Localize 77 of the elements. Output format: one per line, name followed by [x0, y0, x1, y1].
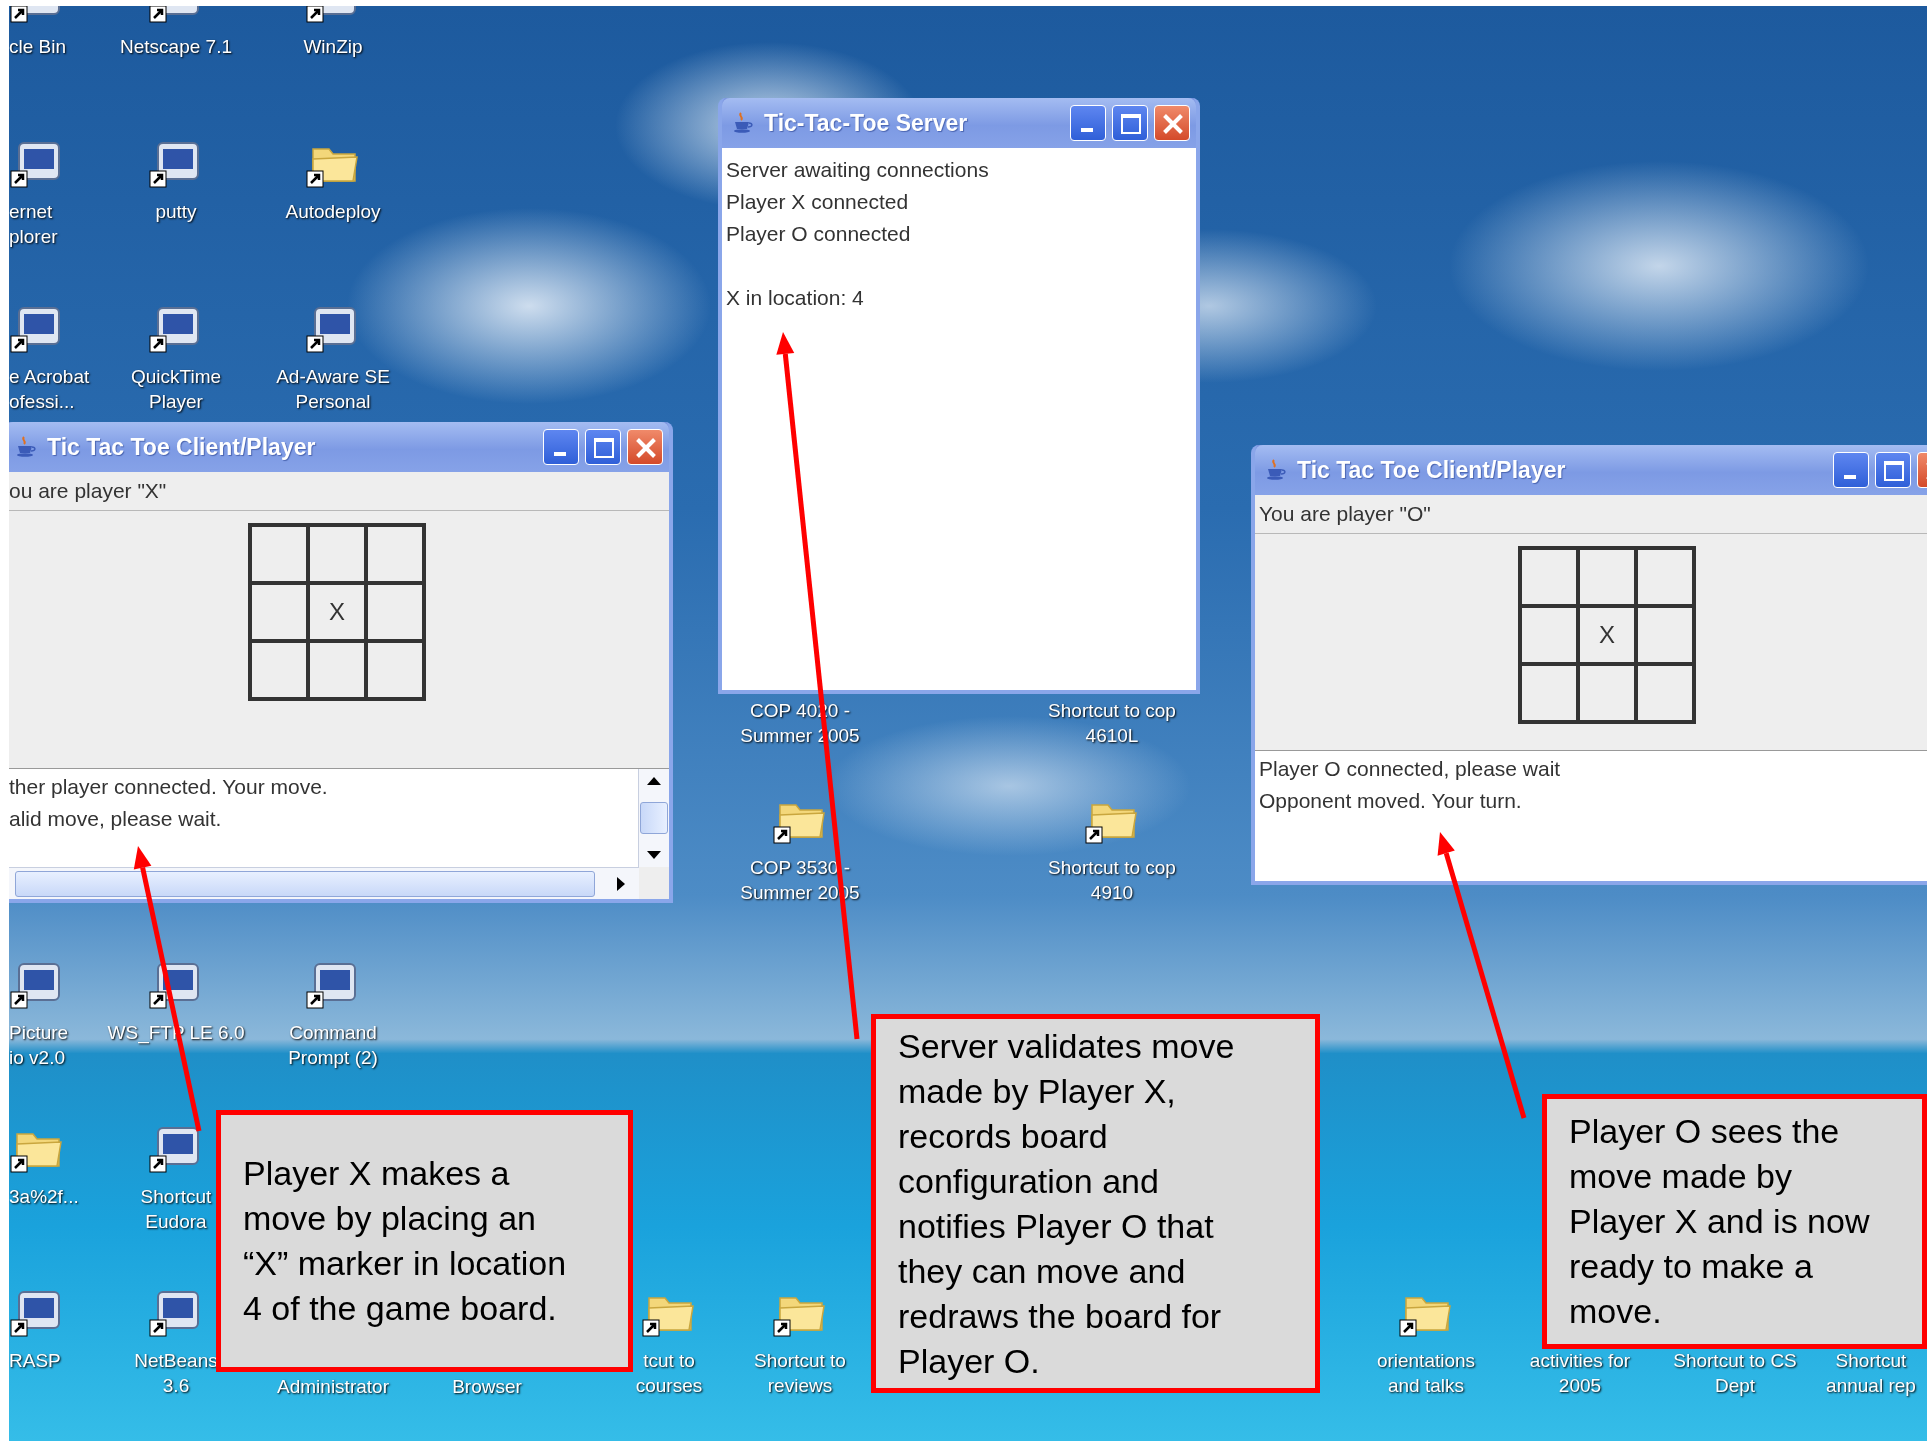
board-cell[interactable]: X [308, 583, 366, 641]
desktop-icon-label[interactable]: tcut to courses [635, 1348, 703, 1398]
desktop-icon-label[interactable]: Shortcut Eudora [140, 1184, 212, 1234]
desktop-icon-label[interactable]: RASP [9, 1348, 61, 1373]
message-text: alid move, please wait. [9, 806, 223, 832]
maximize-button[interactable] [1875, 452, 1911, 488]
board-cell[interactable] [250, 641, 308, 699]
scroll-down-arrow-icon[interactable] [647, 851, 661, 859]
desktop-icon-label[interactable]: Shortcut to CS Dept [1673, 1348, 1797, 1398]
message-text: Player O connected [726, 221, 912, 247]
scroll-up-arrow-icon[interactable] [647, 777, 661, 785]
desktop-icon-label[interactable]: e Acrobat ofessi... [9, 364, 90, 414]
callout-text: Player X makes a move by placing an “X” marker in location 4 of the game board. [243, 1153, 567, 1329]
board-cell[interactable] [1636, 606, 1694, 664]
scrollbar-thumb[interactable] [15, 870, 595, 897]
desktop-icon-label[interactable]: Shortcut annual rep [1826, 1348, 1916, 1398]
coffee-cup-icon [732, 111, 756, 135]
desktop-icon-label[interactable]: Ad-Aware SE Personal [276, 364, 390, 414]
desktop-icon-label[interactable]: NetBeans 3.6 [134, 1348, 218, 1398]
desktop-icon-label[interactable]: Netscape 7.1 [120, 34, 232, 59]
board-cell[interactable] [308, 525, 366, 583]
desktop-icon-label[interactable]: Shortcut to cop 4610L [1048, 698, 1176, 748]
desktop-icon-label[interactable]: Command Prompt (2) [288, 1020, 378, 1070]
window-title: Tic Tac Toe Client/Player [47, 433, 317, 461]
close-button[interactable] [627, 429, 663, 465]
close-button[interactable] [1154, 105, 1190, 141]
board-cell[interactable] [1520, 548, 1578, 606]
board-cell[interactable] [1578, 664, 1636, 722]
message-text: Server awaiting connections [726, 157, 990, 183]
maximize-button[interactable] [585, 429, 621, 465]
desktop-icon-label[interactable]: cle Bin [9, 34, 67, 59]
desktop-icon-label[interactable]: activities for 2005 [1529, 1348, 1631, 1398]
minimize-button[interactable] [1070, 105, 1106, 141]
desktop-icon-label[interactable]: QuickTime Player [130, 364, 222, 414]
board-cell[interactable] [1578, 548, 1636, 606]
callout-text: Server validates move made by Player X, records board configuration and notifies Player O that they can move and redraws the board for Player O. [898, 1025, 1235, 1382]
message-text: Opponent moved. Your turn. [1259, 788, 1523, 814]
board-cell[interactable] [1636, 548, 1694, 606]
message-text: X in location: 4 [726, 285, 865, 311]
minimize-button[interactable] [1833, 452, 1869, 488]
desktop-icon-label[interactable]: 3a%2f... [9, 1184, 79, 1209]
scrollbar-thumb[interactable] [640, 802, 668, 834]
desktop-icon-label[interactable]: Shortcut to cop 4910 [1048, 855, 1176, 905]
window-title: Tic Tac Toe Client/Player [1297, 456, 1567, 484]
desktop-icon-label[interactable]: Browser [452, 1374, 522, 1399]
callout-text: Player O sees the move made by Player X and is now ready to make a move. [1569, 1111, 1870, 1332]
desktop-icon-label[interactable]: Shortcut to reviews [754, 1348, 846, 1398]
board-cell[interactable] [1636, 664, 1694, 722]
board-cell[interactable] [1520, 606, 1578, 664]
board-cell[interactable] [366, 641, 424, 699]
minimize-button[interactable] [543, 429, 579, 465]
board-cell[interactable] [366, 583, 424, 641]
board-cell[interactable]: X [1578, 606, 1636, 664]
desktop-icon-label[interactable]: WinZip [303, 34, 363, 59]
window-title: Tic-Tac-Toe Server [764, 109, 969, 137]
desktop-icon-label[interactable]: Autodeploy [285, 199, 381, 224]
horizontal-scrollbar[interactable] [9, 867, 639, 899]
coffee-cup-icon [15, 435, 39, 459]
player-label: You are player "O" [1255, 495, 1927, 534]
scroll-right-arrow-icon[interactable] [617, 876, 625, 891]
desktop-icon-label[interactable]: ernet plorer [9, 199, 58, 249]
desktop-icon-label[interactable]: putty [155, 199, 197, 224]
message-text: Player O connected, please wait [1259, 756, 1562, 782]
board-cell[interactable] [1520, 664, 1578, 722]
board-cell[interactable] [366, 525, 424, 583]
desktop-icon-label[interactable]: Picture io v2.0 [9, 1020, 69, 1070]
desktop-icon-label[interactable]: orientations and talks [1376, 1348, 1476, 1398]
message-text: Player X connected [726, 189, 910, 215]
board-cell[interactable] [250, 583, 308, 641]
coffee-cup-icon [1265, 458, 1289, 482]
maximize-button[interactable] [1112, 105, 1148, 141]
desktop-icon-label[interactable]: Administrator [277, 1374, 389, 1399]
player-label: ou are player "X" [9, 472, 669, 511]
vertical-scrollbar[interactable] [638, 769, 669, 867]
board-cell[interactable] [308, 641, 366, 699]
message-text: ther player connected. Your move. [9, 774, 329, 800]
board-cell[interactable] [250, 525, 308, 583]
